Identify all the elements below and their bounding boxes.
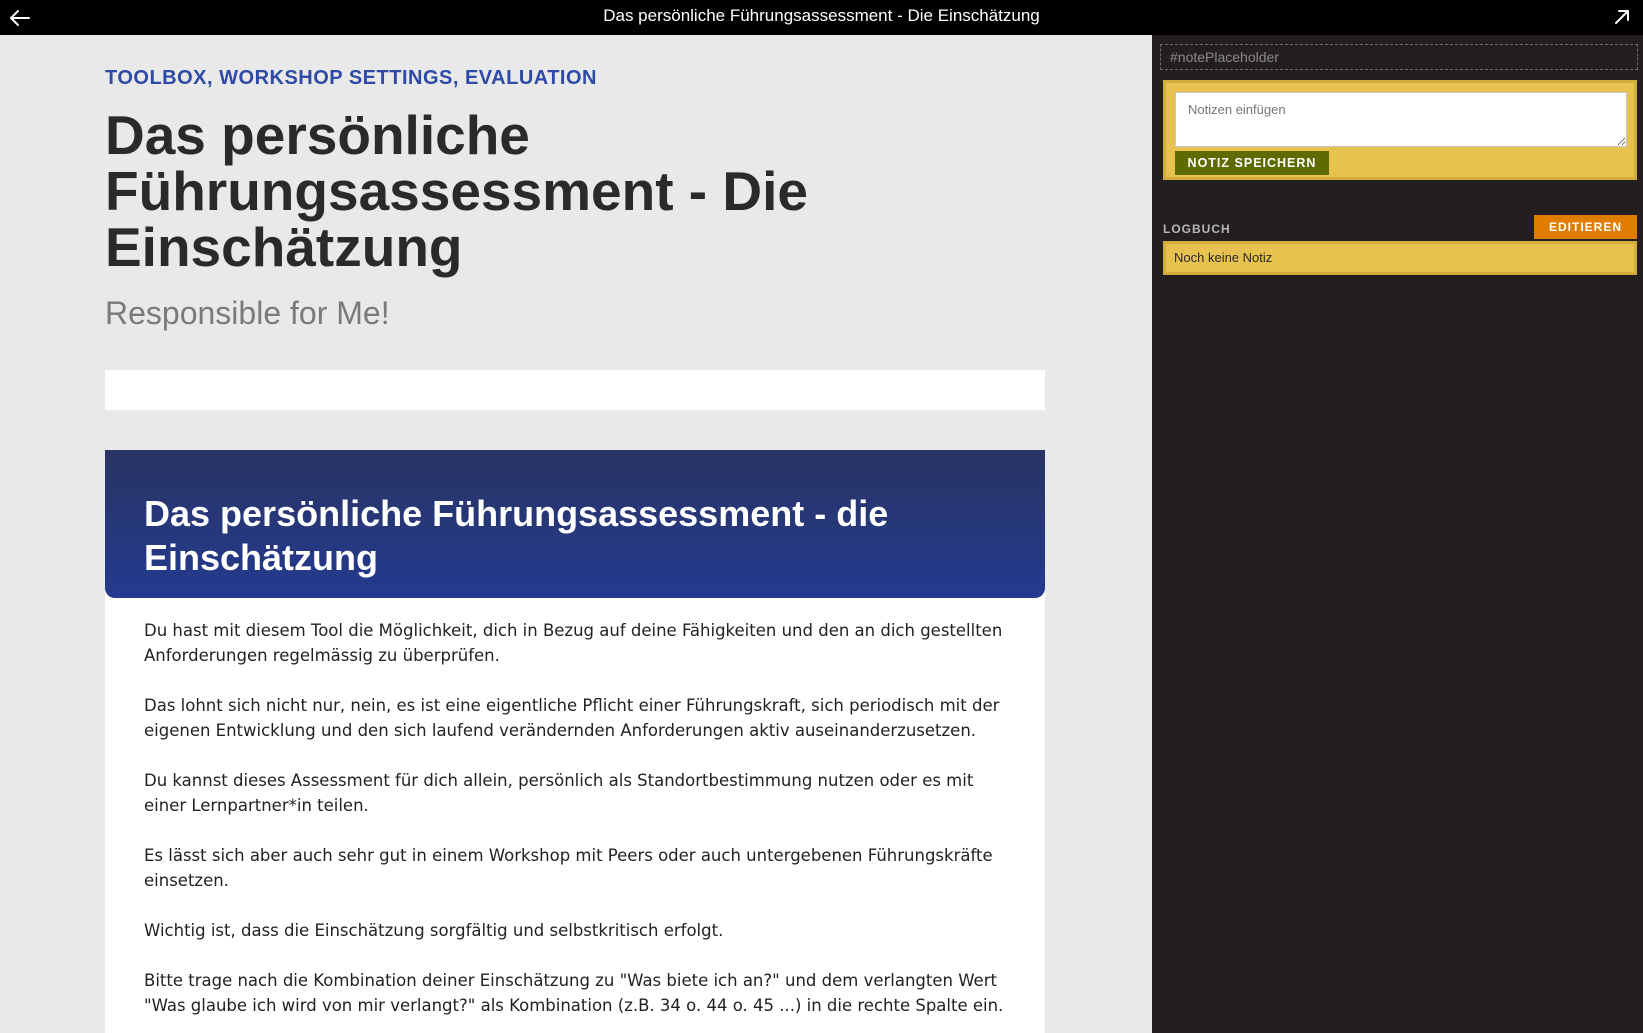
- notes-sidebar: #notePlaceholder NOTIZ SPEICHERN LOGBUCH…: [1152, 35, 1643, 1033]
- card-heading: Das persönliche Führungsassessment - die…: [144, 493, 889, 578]
- main-content: TOOLBOX, WORKSHOP SETTINGS, EVALUATION D…: [0, 35, 1152, 1033]
- paragraph: Wichtig ist, dass die Einschätzung sorgf…: [144, 921, 724, 940]
- top-bar: Das persönliche Führungsassessment - Die…: [0, 0, 1643, 35]
- note-input[interactable]: [1175, 92, 1627, 147]
- content-card: Das persönliche Führungsassessment - die…: [105, 450, 1045, 1033]
- window-title: Das persönliche Führungsassessment - Die…: [603, 6, 1040, 25]
- paragraph: Das lohnt sich nicht nur, nein, es ist e…: [144, 696, 1000, 740]
- paragraph: Bitte trage nach die Kombination deiner …: [144, 971, 1004, 1015]
- log-entry: Noch keine Notiz: [1163, 241, 1637, 275]
- note-placeholder-label: #notePlaceholder: [1160, 44, 1638, 70]
- card-header: Das persönliche Führungsassessment - die…: [105, 450, 1045, 598]
- paragraph: Es lässt sich aber auch sehr gut in eine…: [144, 846, 993, 890]
- page-subtitle: Responsible for Me!: [105, 295, 390, 331]
- edit-button[interactable]: EDITIEREN: [1534, 215, 1637, 239]
- paragraph: Du kannst dieses Assessment für dich all…: [144, 771, 974, 815]
- save-note-button[interactable]: NOTIZ SPEICHERN: [1175, 151, 1329, 175]
- content-bar: [105, 370, 1045, 410]
- card-body: Du hast mit diesem Tool die Möglichkeit,…: [144, 618, 1004, 1033]
- arrow-up-right-icon[interactable]: [1611, 6, 1633, 28]
- note-box: NOTIZ SPEICHERN: [1163, 80, 1637, 180]
- logbuch-label: LOGBUCH: [1163, 222, 1231, 236]
- breadcrumb[interactable]: TOOLBOX, WORKSHOP SETTINGS, EVALUATION: [105, 67, 597, 90]
- page-title: Das persönliche Führungsassessment - Die…: [105, 104, 808, 278]
- paragraph: Du hast mit diesem Tool die Möglichkeit,…: [144, 621, 1003, 665]
